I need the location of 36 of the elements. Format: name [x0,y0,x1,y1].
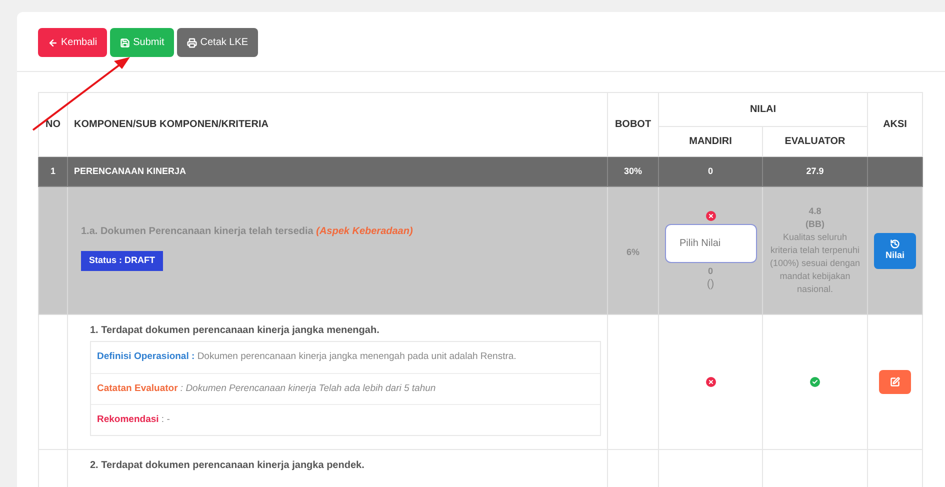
self-score: 0 [708,264,713,278]
save-icon [120,38,130,48]
weight-value: 30% [624,166,642,176]
evaluator-score: 4.8 [808,205,822,218]
history-icon [890,238,900,249]
score-button[interactable]: Nilai [874,232,916,268]
edit-icon [890,377,900,387]
component-name: PERENCANAAN KINERJA [74,166,186,176]
criterion-detail: Rekomendasi : - [97,412,170,427]
row-number: 1 [50,166,56,176]
self-grade: () [706,278,714,290]
column-header: AKSI [883,119,907,130]
column-header: MANDIRI [689,136,732,147]
sub-component-title: 1.a. Dokumen Perencanaan kinerja telah tersedia (Aspek Keberadaan) [81,225,413,240]
score-select[interactable]: Pilih Nilai [664,224,756,263]
evaluator-note: Kualitas seluruh kriteria telah terpenuhi (100%) sesuai dengan mandat kebijakan nasional. [769,231,862,296]
submit-button[interactable]: Submit [110,28,174,57]
column-header: KOMPONEN/SUB KOMPONEN/KRITERIA [74,119,268,130]
back-button[interactable]: Kembali [38,28,108,57]
weight-value: 6% [626,246,640,256]
print-button[interactable]: Cetak LKE [177,28,258,57]
column-header: NO [46,119,60,130]
arrow-left-icon [48,38,58,48]
criterion-detail: Definisi Operasional : Dokumen perencanaan kinerja jangka menengah pada unit adalah Renstra. [97,350,516,364]
criterion-title: 2. Terdapat dokumen perencanaan kinerja jangka pendek. [90,459,366,473]
evaluator-score: 27.9 [806,166,824,176]
evaluator-grade: (BB) [806,218,824,231]
column-header: NILAI [750,104,776,115]
edit-button[interactable] [879,370,912,394]
status-badge: Status : DRAFT [81,251,163,271]
printer-icon [187,38,198,48]
self-score: 0 [708,166,713,176]
criterion-title: 1. Terdapat dokumen perencanaan kinerja jangka menengah. [90,324,380,338]
column-header: BOBOT [614,119,652,130]
criterion-detail: Catatan Evaluator : Dokumen Perencanaan kinerja Telah ada lebih dari 5 tahun [97,382,436,396]
column-header: EVALUATOR [784,136,846,147]
